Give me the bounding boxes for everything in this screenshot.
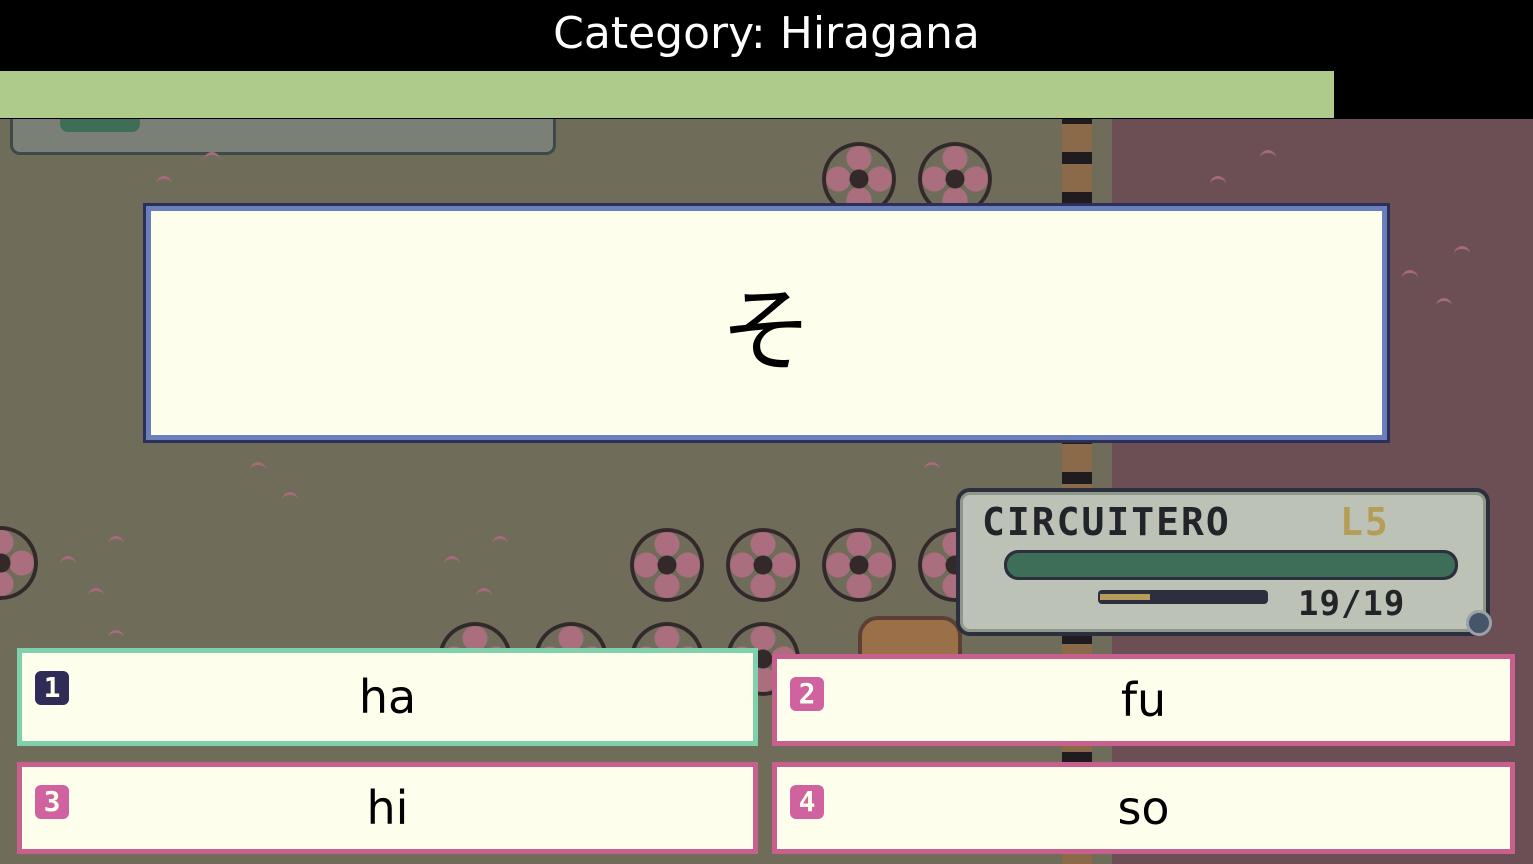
- timer-bar-fill: [0, 71, 1334, 118]
- grass-tuft: [1210, 176, 1226, 186]
- grass-tuft: [108, 630, 124, 640]
- grass-tuft: [156, 176, 172, 186]
- grass-tuft: [282, 492, 298, 502]
- grass-tuft: [60, 556, 76, 566]
- top-bar: Category: Hiragana: [0, 0, 1533, 70]
- answer-option-1[interactable]: 1 ha: [17, 648, 758, 746]
- flower-tile: [630, 528, 704, 602]
- grass-tuft: [1454, 246, 1470, 256]
- answer-label: hi: [366, 781, 409, 835]
- question-character: そ: [720, 277, 813, 385]
- answer-label: so: [1117, 781, 1170, 835]
- grass-tuft: [1436, 298, 1452, 308]
- grass-tuft: [924, 462, 940, 472]
- xp-bar-fill: [1100, 594, 1150, 600]
- flower-tile: [822, 142, 896, 216]
- grass-tuft: [492, 536, 508, 546]
- answer-option-2[interactable]: 2 fu: [772, 654, 1515, 746]
- hp-bar: [1004, 550, 1458, 580]
- grass-tuft: [108, 536, 124, 546]
- category-title: Category: Hiragana: [553, 8, 980, 59]
- question-card: そ: [146, 206, 1387, 440]
- answer-option-4[interactable]: 4 so: [772, 762, 1515, 854]
- grass-tuft: [88, 588, 104, 598]
- answer-option-3[interactable]: 3 hi: [17, 762, 758, 854]
- panel-indicator-dot: [1466, 610, 1492, 636]
- ledge-water: [60, 118, 140, 132]
- flower-tile: [0, 526, 38, 600]
- answer-label: fu: [1120, 673, 1167, 727]
- grass-tuft: [476, 588, 492, 598]
- grass-tuft: [1402, 270, 1418, 280]
- answer-label: ha: [358, 670, 417, 724]
- hp-text: 19/19: [1298, 584, 1406, 624]
- hp-bar-fill: [1007, 553, 1455, 577]
- player-name: CIRCUITERO: [982, 500, 1231, 544]
- player-status-panel: CIRCUITERO L5 19/19: [956, 488, 1490, 636]
- flower-tile: [726, 528, 800, 602]
- flower-tile: [918, 142, 992, 216]
- grass-tuft: [250, 462, 266, 472]
- flower-tile: [822, 528, 896, 602]
- grass-tuft: [204, 152, 220, 162]
- player-level: L5: [1340, 500, 1390, 544]
- grass-tuft: [1260, 150, 1276, 160]
- xp-bar: [1098, 590, 1268, 604]
- grass-tuft: [444, 556, 460, 566]
